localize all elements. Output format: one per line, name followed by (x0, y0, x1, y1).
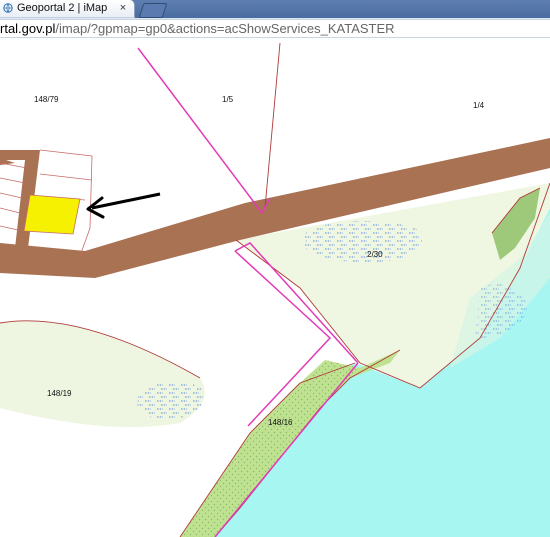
cadastral-map[interactable]: 148/79 1/5 1/4 2/30 148/19 148/16 (0, 38, 550, 537)
address-bar[interactable]: rtal.gov.pl/imap/?gpmap=gp0&actions=acSh… (0, 19, 550, 38)
close-icon[interactable]: × (117, 1, 129, 15)
parcel-label-1-4: 1/4 (473, 101, 485, 110)
parcel-label-148-79: 148/79 (34, 95, 59, 104)
highlighted-parcel[interactable] (23, 194, 81, 235)
map-canvas[interactable]: 148/79 1/5 1/4 2/30 148/19 148/16 (0, 38, 550, 537)
parcel-label-1-5: 1/5 (222, 95, 234, 104)
new-tab-button[interactable] (138, 3, 168, 18)
url-domain: rtal.gov.pl (0, 21, 56, 36)
url-text[interactable]: rtal.gov.pl/imap/?gpmap=gp0&actions=acSh… (0, 21, 395, 37)
parcel-label-148-16: 148/16 (268, 418, 293, 427)
browser-tab[interactable]: Geoportal 2 | iMap × (0, 0, 135, 18)
tab-title: Geoportal 2 | iMap (17, 2, 108, 14)
browser-chrome: Geoportal 2 | iMap × rtal.gov.pl/imap/?g… (0, 0, 550, 39)
tab-bar: Geoportal 2 | iMap × (0, 0, 550, 18)
parcel-label-2-30: 2/30 (367, 250, 383, 259)
marsh-area-1 (305, 221, 423, 263)
url-path: /imap/?gpmap=gp0&actions=acShowServices_… (55, 21, 395, 36)
globe-icon (3, 3, 13, 13)
parcel-label-148-19: 148/19 (47, 389, 72, 398)
